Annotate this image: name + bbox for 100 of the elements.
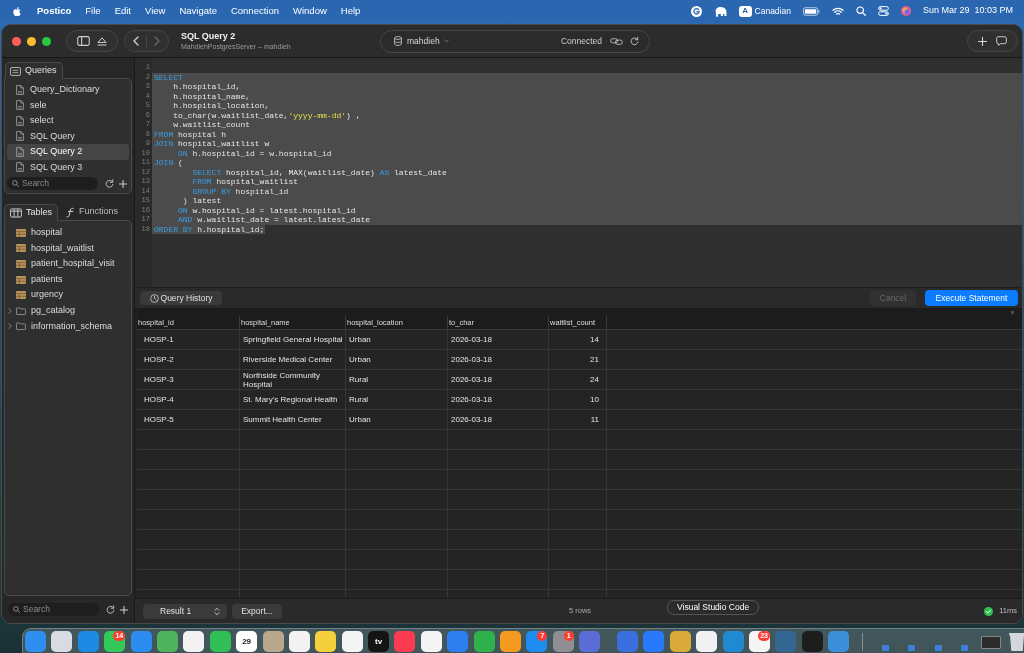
wifi-icon[interactable] bbox=[831, 6, 844, 16]
input-source-label[interactable]: Canadian bbox=[754, 4, 791, 18]
plus-icon[interactable] bbox=[978, 36, 988, 46]
table-item[interactable]: urgency bbox=[7, 287, 129, 303]
schema-item[interactable]: pg_catalog bbox=[7, 302, 129, 319]
menu-item[interactable]: Navigate bbox=[179, 3, 217, 19]
database-selector[interactable]: mahdieh bbox=[407, 34, 449, 48]
table-cell: Urban bbox=[346, 350, 448, 369]
window-zoom-icon[interactable] bbox=[42, 36, 51, 46]
search-input[interactable]: Search bbox=[22, 178, 94, 189]
app-menu[interactable]: Postico bbox=[37, 3, 72, 19]
search-icon bbox=[13, 606, 20, 613]
window-close-icon[interactable] bbox=[12, 36, 21, 46]
menu-item[interactable]: File bbox=[85, 3, 101, 19]
search-field[interactable]: Search bbox=[7, 177, 98, 190]
table-cell: 2026-03-18 bbox=[448, 390, 549, 409]
query-item[interactable]: SQL Query bbox=[7, 128, 129, 144]
colorful-orb-icon[interactable] bbox=[900, 6, 911, 16]
object-tab[interactable]: Tables bbox=[4, 204, 58, 221]
app-icon[interactable] bbox=[315, 631, 337, 652]
window-thumbnail[interactable] bbox=[961, 645, 969, 651]
refresh-icon[interactable] bbox=[105, 179, 114, 188]
app-icon[interactable] bbox=[420, 631, 442, 652]
window-minimize-icon[interactable] bbox=[27, 36, 36, 46]
document-icon bbox=[16, 162, 24, 173]
action-button[interactable]: Execute Statement bbox=[925, 290, 1018, 306]
window-thumbnail[interactable] bbox=[908, 645, 916, 651]
table-item[interactable]: patients bbox=[7, 271, 129, 288]
table-icon bbox=[16, 260, 26, 268]
search-icon[interactable] bbox=[855, 6, 866, 16]
menu-item[interactable]: View bbox=[145, 3, 166, 19]
search-input[interactable]: Search bbox=[23, 604, 95, 615]
chevron-right-icon[interactable] bbox=[153, 36, 160, 46]
object-tab[interactable]: Functions bbox=[60, 203, 125, 220]
app-icon[interactable] bbox=[696, 631, 718, 652]
table-icon bbox=[16, 228, 26, 237]
schema-item[interactable]: information_schema bbox=[7, 318, 129, 335]
menu-bar-date[interactable]: Sun Mar 29 bbox=[922, 4, 970, 18]
chat-bubble-icon[interactable] bbox=[995, 36, 1007, 46]
elephant-icon[interactable] bbox=[713, 5, 727, 17]
query-item[interactable]: select bbox=[7, 113, 129, 129]
refresh-icon[interactable] bbox=[630, 36, 639, 46]
table-item[interactable]: hospital bbox=[7, 225, 129, 241]
input-source-key[interactable]: A bbox=[738, 5, 752, 17]
window-thumbnail[interactable] bbox=[934, 645, 942, 651]
window-thumbnail[interactable] bbox=[881, 645, 889, 651]
queries-tab[interactable]: Queries bbox=[5, 62, 63, 79]
app-tile[interactable]: 29 bbox=[236, 631, 258, 652]
table-icon bbox=[16, 291, 26, 300]
chevron-left-icon[interactable] bbox=[133, 36, 140, 46]
app-icon[interactable] bbox=[288, 631, 310, 652]
window-thumbnail[interactable] bbox=[980, 636, 1001, 649]
eject-icon[interactable] bbox=[97, 36, 108, 46]
app-icon[interactable] bbox=[209, 631, 231, 652]
app-icon[interactable] bbox=[183, 631, 205, 652]
menu-item[interactable]: Window bbox=[293, 3, 327, 19]
query-item[interactable]: Query_Dictionary bbox=[7, 82, 129, 98]
circle-logo-icon[interactable] bbox=[690, 5, 702, 17]
app-icon[interactable] bbox=[262, 631, 284, 652]
chevron-right-icon[interactable] bbox=[8, 323, 12, 330]
menu-item[interactable]: Help bbox=[340, 3, 361, 19]
link-icon[interactable] bbox=[610, 36, 623, 46]
document-icon bbox=[16, 131, 24, 142]
table-icon bbox=[16, 244, 26, 253]
query-item[interactable]: SQL Query 2 bbox=[7, 144, 129, 160]
query-item[interactable]: SQL Query 3 bbox=[7, 159, 129, 175]
sql-editor[interactable] bbox=[135, 58, 1022, 287]
refresh-icon[interactable] bbox=[106, 605, 115, 614]
table-cell: Rural bbox=[346, 390, 448, 409]
app-icon[interactable] bbox=[500, 631, 522, 652]
table-item[interactable]: patient_hospital_visit bbox=[7, 256, 129, 272]
app-icon[interactable] bbox=[341, 631, 363, 652]
search-field[interactable]: Search bbox=[8, 603, 99, 616]
battery-icon[interactable] bbox=[802, 6, 820, 16]
document-icon bbox=[16, 115, 24, 126]
query-item[interactable]: sele bbox=[7, 97, 129, 113]
plus-icon[interactable] bbox=[119, 179, 127, 188]
table-cell: Rural bbox=[346, 370, 448, 389]
folder-icon bbox=[16, 322, 26, 331]
menu-bar-clock[interactable]: 10:03 PM bbox=[974, 4, 1013, 18]
app-icon[interactable] bbox=[669, 631, 691, 652]
trash-icon[interactable] bbox=[1009, 632, 1024, 652]
table-item[interactable]: hospital_waitlist bbox=[7, 240, 129, 257]
menu-item[interactable]: Connection bbox=[230, 3, 279, 19]
menu-item[interactable]: Edit bbox=[114, 3, 131, 19]
sidebar-icon[interactable] bbox=[76, 36, 90, 46]
app-icon[interactable] bbox=[51, 631, 73, 652]
handle-icon[interactable] bbox=[1011, 310, 1014, 314]
result-selector[interactable]: Result 1 bbox=[143, 603, 227, 619]
app-tile[interactable]: tv bbox=[368, 631, 390, 652]
document-icon bbox=[16, 84, 24, 95]
query-history-button[interactable]: Query History bbox=[140, 291, 222, 305]
chevron-right-icon[interactable] bbox=[8, 307, 12, 314]
table-cell: St. Mary's Regional Health bbox=[240, 390, 346, 409]
export-button[interactable]: Export... bbox=[232, 603, 282, 619]
app-icon[interactable] bbox=[156, 631, 178, 652]
plus-icon[interactable] bbox=[120, 605, 128, 614]
apple-icon[interactable] bbox=[12, 5, 21, 17]
table-cell: HOSP-1 bbox=[137, 330, 240, 349]
toggle-switches-icon[interactable] bbox=[877, 6, 889, 16]
